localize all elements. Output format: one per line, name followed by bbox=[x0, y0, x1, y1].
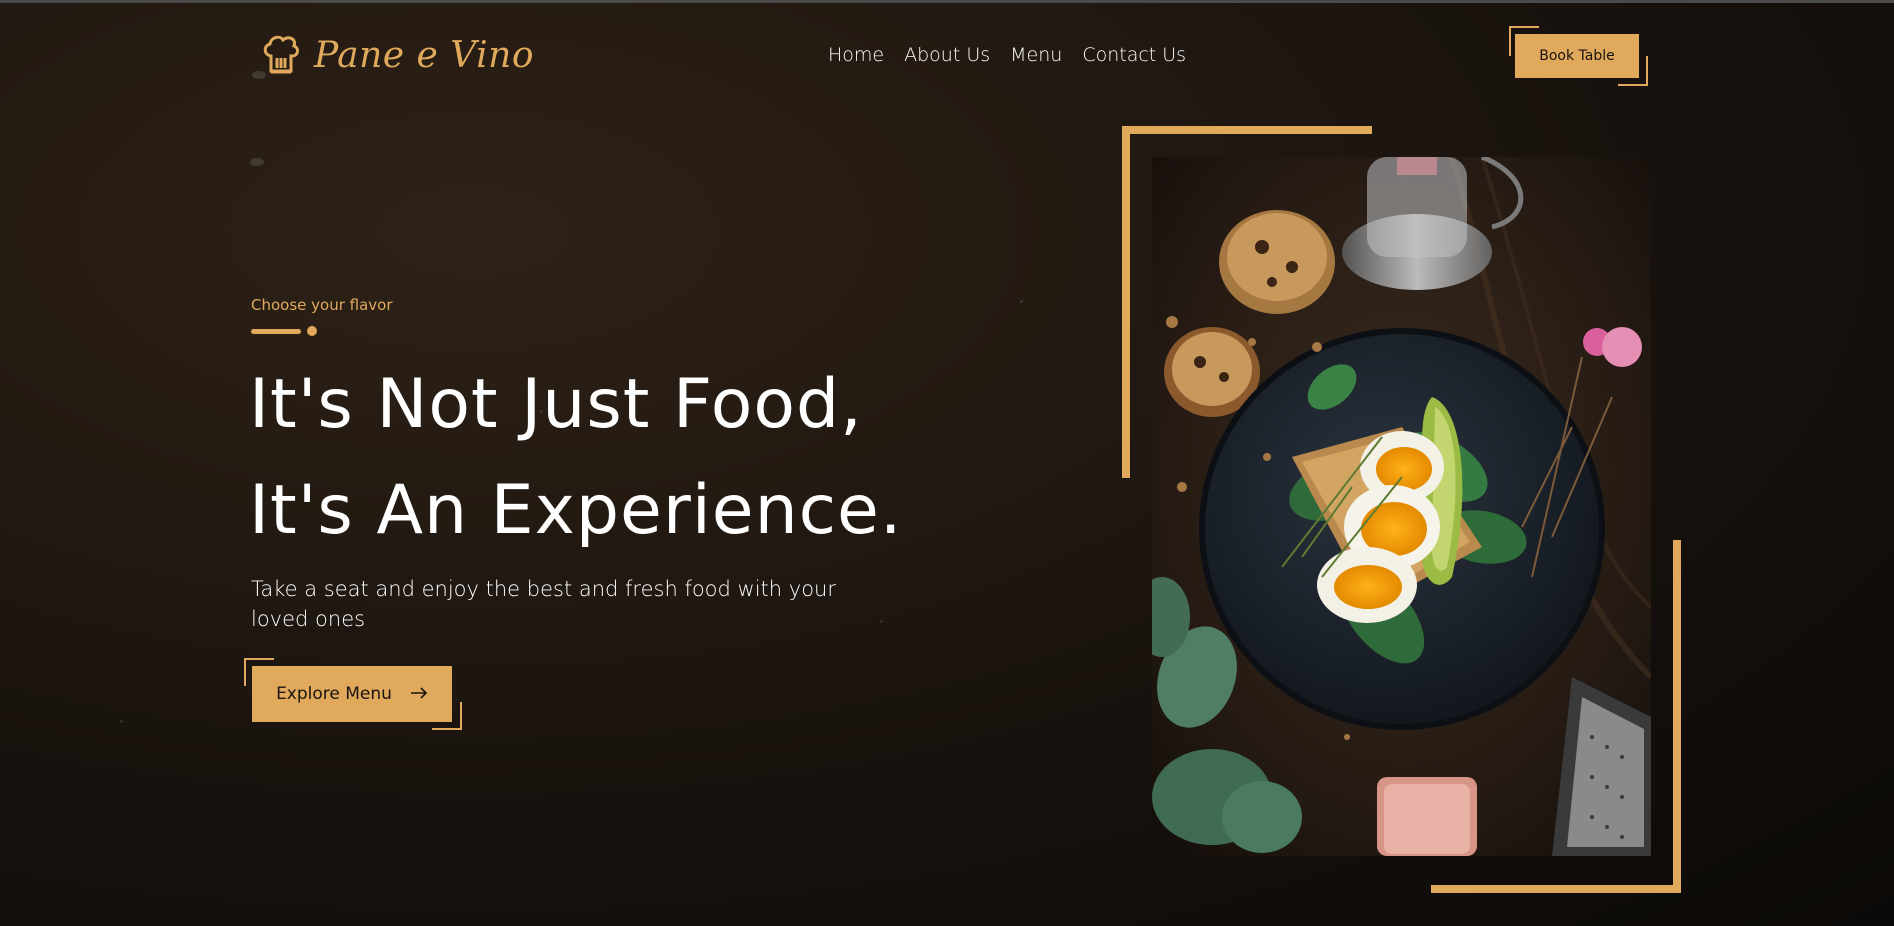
explore-menu-wrapper: Explore Menu bbox=[244, 658, 462, 730]
background-speck bbox=[1020, 300, 1023, 303]
book-table-wrapper: Book Table bbox=[1509, 26, 1648, 86]
background-speck bbox=[120, 720, 123, 723]
background-speck bbox=[250, 158, 264, 166]
window-top-border bbox=[0, 0, 1894, 3]
main-nav: Home About Us Menu Contact Us bbox=[828, 44, 1186, 66]
image-frame-top bbox=[1122, 126, 1372, 134]
nav-menu[interactable]: Menu bbox=[1010, 44, 1062, 66]
eyebrow-divider bbox=[251, 326, 317, 336]
book-table-button[interactable]: Book Table bbox=[1515, 34, 1639, 78]
divider-dot bbox=[307, 326, 317, 336]
brand-logo[interactable]: Pane e Vino bbox=[262, 34, 534, 76]
hero-headline: It's Not Just Food, It's An Experience. bbox=[249, 352, 903, 564]
chef-hat-icon bbox=[262, 34, 300, 76]
brand-name: Pane e Vino bbox=[314, 34, 534, 76]
hero-tagline: Take a seat and enjoy the best and fresh… bbox=[251, 577, 836, 631]
nav-contact-us[interactable]: Contact Us bbox=[1082, 44, 1186, 66]
image-frame-left bbox=[1122, 126, 1130, 478]
divider-bar bbox=[251, 328, 301, 334]
food-plate-image bbox=[1152, 157, 1651, 856]
explore-menu-label: Explore Menu bbox=[276, 684, 392, 704]
arrow-right-icon bbox=[410, 684, 428, 704]
headline-line-2: It's An Experience. bbox=[249, 471, 903, 550]
background-speck bbox=[880, 620, 883, 623]
nav-home[interactable]: Home bbox=[828, 44, 884, 66]
headline-line-1: It's Not Just Food, bbox=[249, 365, 863, 444]
image-frame-bottom bbox=[1431, 885, 1681, 893]
explore-menu-button[interactable]: Explore Menu bbox=[252, 666, 452, 722]
hero-eyebrow: Choose your flavor bbox=[251, 296, 393, 314]
image-frame-right bbox=[1673, 540, 1681, 893]
nav-about-us[interactable]: About Us bbox=[904, 44, 990, 66]
